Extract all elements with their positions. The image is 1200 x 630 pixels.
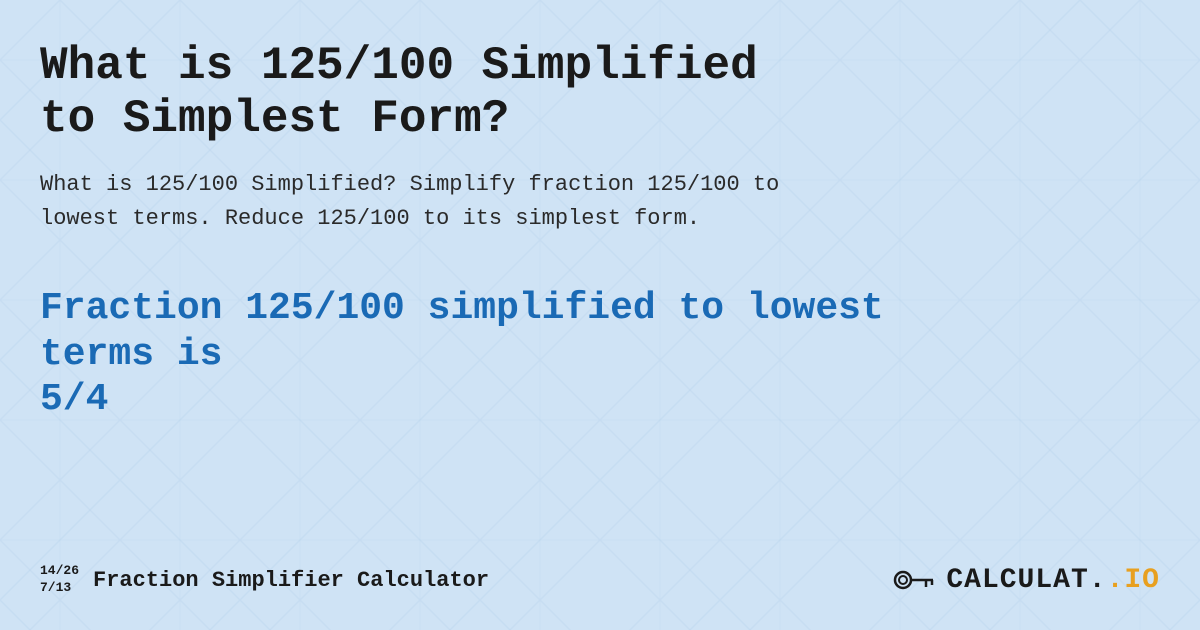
footer-left: 14/26 7/13 Fraction Simplifier Calculato… xyxy=(40,563,489,597)
brand-label: Fraction Simplifier Calculator xyxy=(93,568,489,593)
fraction-top: 14/26 xyxy=(40,563,79,580)
result-line1: Fraction 125/100 simplified to lowest te… xyxy=(40,287,884,376)
description-line2: lowest terms. Reduce 125/100 to its simp… xyxy=(40,206,700,231)
description-line1: What is 125/100 Simplified? Simplify fra… xyxy=(40,172,779,197)
result-heading: Fraction 125/100 simplified to lowest te… xyxy=(40,286,940,423)
logo-main: CALCULAT xyxy=(946,565,1088,596)
page-description: What is 125/100 Simplified? Simplify fra… xyxy=(40,168,800,236)
logo-text: CALCULAT..IO xyxy=(946,565,1160,596)
page-title: What is 125/100 Simplified to Simplest F… xyxy=(40,40,820,146)
result-value: 5/4 xyxy=(40,378,108,421)
footer-right: CALCULAT..IO xyxy=(888,560,1160,600)
fraction-bottom: 7/13 xyxy=(40,580,71,597)
logo-suffix: .IO xyxy=(1107,565,1160,596)
logo-icon xyxy=(888,560,938,600)
footer: 14/26 7/13 Fraction Simplifier Calculato… xyxy=(40,550,1160,600)
fraction-stack: 14/26 7/13 xyxy=(40,563,79,597)
